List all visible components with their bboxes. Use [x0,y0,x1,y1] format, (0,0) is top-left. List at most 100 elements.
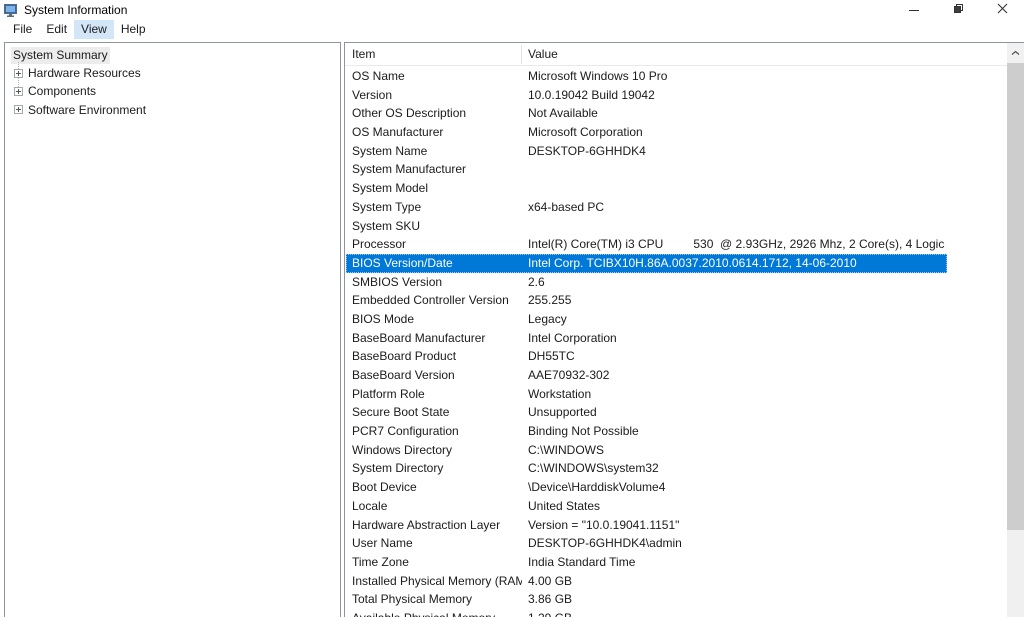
table-row[interactable]: System Manufacturer [346,160,947,179]
column-header-item[interactable]: Item [352,47,375,61]
table-row[interactable]: BaseBoard Product DH55TC [346,347,947,366]
table-row[interactable]: BIOS Mode Legacy [346,310,947,329]
restore-button[interactable] [936,0,980,20]
table-row[interactable]: SMBIOS Version 2.6 [346,273,947,292]
table-row[interactable]: Time Zone India Standard Time [346,553,947,572]
table-row[interactable]: Secure Boot State Unsupported [346,403,947,422]
menu-item-edit[interactable]: Edit [39,20,74,39]
table-row[interactable]: Installed Physical Memory (RAM) 4.00 GB [346,572,947,591]
tree-item-system-summary[interactable]: System Summary [11,47,340,64]
table-row[interactable]: OS Manufacturer Microsoft Corporation [346,123,947,142]
table-row[interactable]: Processor Intel(R) Core(TM) i3 CPU 530 @… [346,235,947,254]
value-cell: United States [528,499,945,513]
scrollbar-thumb[interactable] [1007,63,1024,530]
item-cell: PCR7 Configuration [352,424,522,438]
table-row[interactable]: OS Name Microsoft Windows 10 Pro [346,67,947,86]
item-cell: System Directory [352,461,522,475]
value-cell: 255.255 [528,293,945,307]
expand-plus-icon[interactable] [14,105,23,114]
column-divider[interactable] [521,45,522,64]
vertical-scrollbar[interactable] [1007,43,1024,617]
value-cell: Intel(R) Core(TM) i3 CPU 530 @ 2.93GHz, … [528,237,945,251]
expand-plus-icon[interactable] [14,87,23,96]
table-row[interactable]: Windows Directory C:\WINDOWS [346,441,947,460]
window-controls [892,0,1024,20]
item-cell: System Name [352,144,522,158]
value-cell: C:\WINDOWS\system32 [528,461,945,475]
tree-item-label: Components [28,84,96,98]
value-cell: DH55TC [528,349,945,363]
table-row[interactable]: Total Physical Memory 3.86 GB [346,590,947,609]
menu-item-view[interactable]: View [74,20,114,39]
tree-item-hardware-resources[interactable]: Hardware Resources [14,64,340,82]
scroll-up-button[interactable] [1007,43,1024,60]
restore-icon [953,3,964,17]
value-cell: 1.29 GB [528,611,945,617]
table-row[interactable]: Boot Device \Device\HarddiskVolume4 [346,478,947,497]
value-cell: Legacy [528,312,945,326]
table-row[interactable]: System Model [346,179,947,198]
table-row[interactable]: BaseBoard Manufacturer Intel Corporation [346,329,947,348]
tree-item-components[interactable]: Components [14,82,340,100]
value-cell: Workstation [528,387,945,401]
item-cell: Time Zone [352,555,522,569]
value-cell: Unsupported [528,405,945,419]
table-row[interactable]: BIOS Version/Date Intel Corp. TCIBX10H.8… [346,254,947,273]
expand-plus-icon[interactable] [14,69,23,78]
table-row[interactable]: System Type x64-based PC [346,198,947,217]
value-cell: Microsoft Corporation [528,125,945,139]
item-cell: BaseBoard Version [352,368,522,382]
table-row[interactable]: System Name DESKTOP-6GHHDK4 [346,142,947,161]
close-button[interactable] [980,0,1024,20]
table-row[interactable]: Platform Role Workstation [346,385,947,404]
value-cell: 2.6 [528,275,945,289]
item-cell: Boot Device [352,480,522,494]
item-cell: System Manufacturer [352,162,522,176]
menu-item-file[interactable]: File [6,20,39,39]
tree-children: Hardware Resources Components Software E… [14,64,340,119]
category-tree-panel: System Summary Hardware Resources Compon… [4,42,341,617]
tree-item-label: Hardware Resources [28,66,141,80]
value-cell: 10.0.19042 Build 19042 [528,88,945,102]
value-cell: Not Available [528,106,945,120]
value-cell: Version = "10.0.19041.1151" [528,518,945,532]
value-cell: C:\WINDOWS [528,443,945,457]
list-header: Item Value [345,43,1024,66]
table-row[interactable]: System SKU [346,217,947,236]
tree-item-software-environment[interactable]: Software Environment [14,101,340,119]
item-cell: BaseBoard Product [352,349,522,363]
item-cell: Available Physical Memory [352,611,522,617]
item-cell: Windows Directory [352,443,522,457]
minimize-button[interactable] [892,0,936,20]
table-row[interactable]: Hardware Abstraction Layer Version = "10… [346,516,947,535]
table-row[interactable]: BaseBoard Version AAE70932-302 [346,366,947,385]
item-cell: Total Physical Memory [352,592,522,606]
titlebar: System Information [0,0,1024,20]
value-cell: \Device\HarddiskVolume4 [528,480,945,494]
table-row[interactable]: PCR7 Configuration Binding Not Possible [346,422,947,441]
table-row[interactable]: Embedded Controller Version 255.255 [346,291,947,310]
item-cell: Platform Role [352,387,522,401]
table-row[interactable]: Version 10.0.19042 Build 19042 [346,86,947,105]
menu-item-help[interactable]: Help [114,20,153,39]
table-row[interactable]: Locale United States [346,497,947,516]
table-row[interactable]: User Name DESKTOP-6GHHDK4\admin [346,534,947,553]
table-body: OS Name Microsoft Windows 10 Pro Version… [345,67,1007,617]
item-cell: Secure Boot State [352,405,522,419]
value-cell: Intel Corp. TCIBX10H.86A.0037.2010.0614.… [528,256,945,270]
item-cell: System Type [352,200,522,214]
close-icon [997,3,1008,17]
item-cell: Hardware Abstraction Layer [352,518,522,532]
system-information-app-icon [4,4,18,17]
column-header-value[interactable]: Value [528,47,558,61]
item-cell: Locale [352,499,522,513]
table-row[interactable]: System Directory C:\WINDOWS\system32 [346,459,947,478]
tree-root-label: System Summary [11,47,110,64]
table-row[interactable]: Other OS Description Not Available [346,104,947,123]
value-cell: x64-based PC [528,200,945,214]
chevron-up-icon [1011,45,1020,59]
item-cell: BIOS Mode [352,312,522,326]
table-row[interactable]: Available Physical Memory 1.29 GB [346,609,947,617]
item-cell: BaseBoard Manufacturer [352,331,522,345]
value-cell: Microsoft Windows 10 Pro [528,69,945,83]
